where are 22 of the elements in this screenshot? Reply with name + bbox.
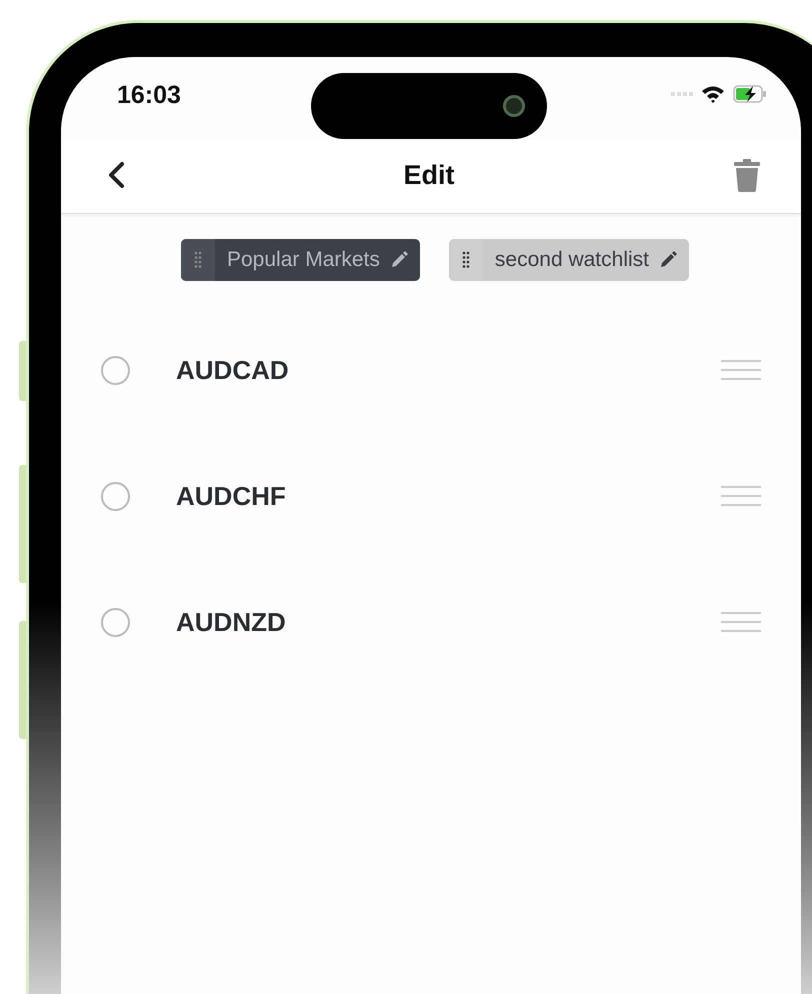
symbol-label: AUDNZD <box>176 606 287 638</box>
watchlist-tab[interactable]: Popular Markets <box>181 239 420 281</box>
trash-icon[interactable] <box>733 158 761 192</box>
radio-button[interactable] <box>101 608 130 636</box>
status-time: 16:03 <box>117 81 181 110</box>
screen-title: Edit <box>404 160 454 190</box>
pencil-icon[interactable] <box>658 251 677 269</box>
pencil-icon[interactable] <box>390 251 408 269</box>
grip-icon[interactable] <box>194 251 202 269</box>
grip-icon[interactable] <box>462 251 470 269</box>
drag-handle-icon[interactable] <box>721 359 761 381</box>
symbol-label: AUDCHF <box>176 480 287 512</box>
drag-handle-icon[interactable] <box>721 485 761 507</box>
radio-button[interactable] <box>101 356 130 384</box>
watchlist-tab[interactable]: second watchlist <box>448 239 689 281</box>
back-icon[interactable] <box>107 161 125 189</box>
radio-button[interactable] <box>101 482 130 510</box>
drag-handle-icon[interactable] <box>721 611 761 633</box>
battery-icon <box>733 85 767 103</box>
wifi-icon <box>701 85 725 103</box>
signal-icon <box>671 91 693 97</box>
symbol-label: AUDCAD <box>176 354 290 386</box>
